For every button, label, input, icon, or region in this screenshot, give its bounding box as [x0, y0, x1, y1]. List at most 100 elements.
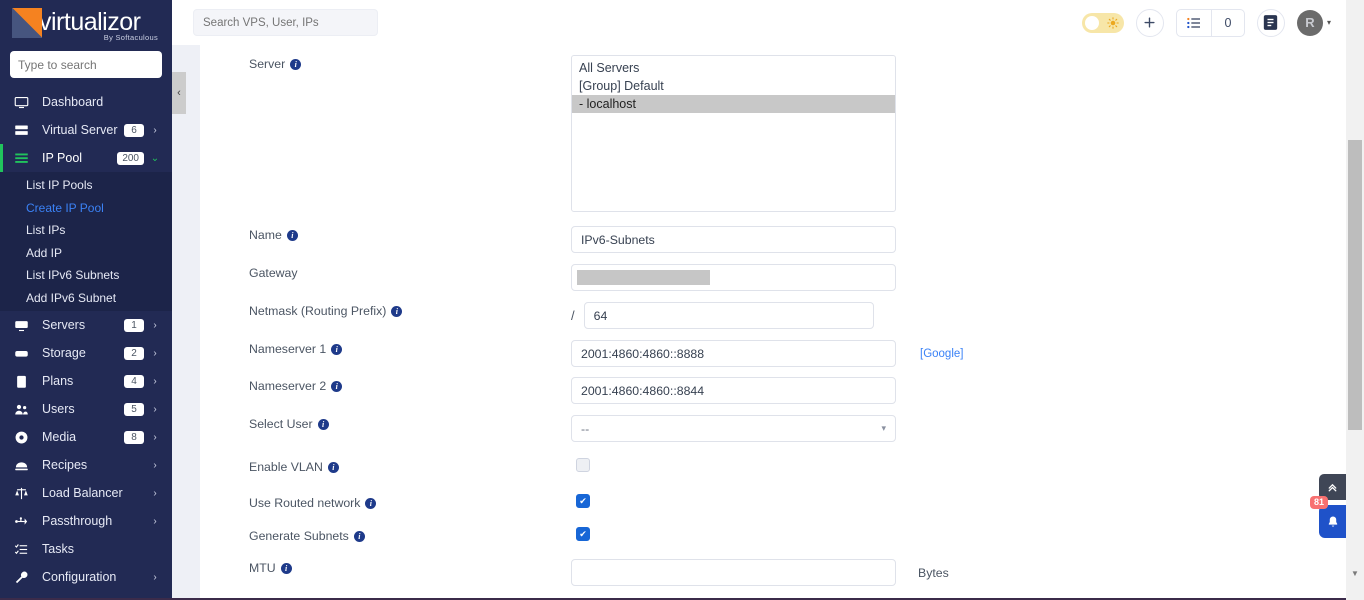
- add-button[interactable]: [1135, 8, 1164, 37]
- info-icon[interactable]: i: [280, 562, 292, 574]
- sidebar-item-label: Load Balancer: [42, 486, 123, 500]
- server-option[interactable]: - localhost: [572, 95, 895, 113]
- info-icon[interactable]: i: [317, 418, 329, 430]
- nameserver1-label-group: Nameserver 1 i: [249, 340, 571, 356]
- virtualizor-logo-icon: [12, 7, 42, 38]
- mtu-input[interactable]: [571, 559, 896, 586]
- info-icon[interactable]: i: [391, 305, 403, 317]
- chevron-right-icon: ›: [153, 375, 157, 387]
- sun-icon: [1107, 16, 1119, 29]
- nameserver2-label: Nameserver 2: [249, 379, 327, 393]
- sidebar-subitem-add-ip[interactable]: Add IP: [0, 242, 172, 265]
- select-user-label-group: Select User i: [249, 415, 571, 431]
- sidebar-item-tasks[interactable]: Tasks: [0, 535, 172, 563]
- ip-pool-icon: [14, 151, 36, 166]
- sidebar-subitem-list-ip-pools[interactable]: List IP Pools: [0, 174, 172, 197]
- mtu-field: Bytes: [571, 559, 1346, 586]
- brand-logo[interactable]: virtualizor By Softaculous: [0, 0, 172, 45]
- server-option[interactable]: All Servers: [572, 59, 895, 77]
- sidebar-item-label: Servers: [42, 318, 86, 332]
- server-listbox[interactable]: All Servers[Group] Default - localhost: [571, 55, 896, 212]
- task-list-button[interactable]: [1177, 10, 1211, 36]
- sidebar-item-virtual-server[interactable]: Virtual Server 6 ›: [0, 116, 172, 144]
- nameserver1-field: [Google]: [571, 340, 1346, 367]
- sidebar-item-dashboard[interactable]: Dashboard: [0, 88, 172, 116]
- chevron-right-icon: ›: [153, 487, 157, 499]
- sidebar-item-configuration[interactable]: Configuration ›: [0, 563, 172, 591]
- select-user-dropdown[interactable]: -- ▾: [571, 415, 896, 442]
- sidebar-item-plans[interactable]: Plans 4 ›: [0, 367, 172, 395]
- enable-vlan-checkbox[interactable]: [576, 458, 590, 472]
- scrollbar-down-arrow[interactable]: ▼: [1346, 564, 1364, 582]
- sidebar-search[interactable]: [10, 51, 172, 78]
- name-input[interactable]: [571, 226, 896, 253]
- row-enable-vlan: Enable VLAN i: [200, 442, 1346, 477]
- gateway-field: [571, 264, 1346, 291]
- server-option[interactable]: [Group] Default: [572, 77, 895, 95]
- use-routed-checkbox[interactable]: [576, 494, 590, 508]
- chevron-right-icon: ›: [153, 319, 157, 331]
- sidebar-collapse-handle[interactable]: ‹: [172, 72, 186, 114]
- page-scrollbar[interactable]: ▼: [1346, 0, 1364, 600]
- info-icon[interactable]: i: [327, 461, 339, 473]
- page-scrollbar-thumb[interactable]: [1348, 140, 1362, 430]
- netmask-input[interactable]: [583, 302, 874, 329]
- chevron-right-icon: ›: [153, 571, 157, 583]
- sidebar-item-label: Media: [42, 430, 77, 444]
- google-dns-link[interactable]: [Google]: [920, 348, 963, 360]
- info-icon[interactable]: i: [290, 58, 302, 70]
- sidebar-submenu-ip-pool: List IP Pools Create IP Pool List IPs Add I…: [0, 172, 172, 311]
- row-netmask: Netmask (Routing Prefix) i /: [200, 291, 1346, 329]
- generate-subnets-field: [571, 527, 1346, 541]
- sidebar-item-label: Storage: [42, 346, 86, 360]
- generate-subnets-checkbox[interactable]: [576, 527, 590, 541]
- brand-name: virtualizor: [39, 8, 141, 36]
- generate-subnets-label: Generate Subnets: [249, 529, 349, 543]
- servers-icon: [14, 318, 36, 333]
- sidebar-item-load-balancer[interactable]: Load Balancer ›: [0, 479, 172, 507]
- sidebar-subitem-list-ips[interactable]: List IPs: [0, 219, 172, 242]
- nameserver1-input[interactable]: [571, 340, 896, 367]
- info-icon[interactable]: i: [353, 530, 365, 542]
- task-counter-group: 0: [1175, 8, 1245, 37]
- netmask-label: Netmask (Routing Prefix): [249, 304, 387, 318]
- use-routed-label: Use Routed network: [249, 496, 361, 510]
- user-menu[interactable]: R ▾: [1296, 9, 1331, 36]
- notification-button[interactable]: 81: [1310, 496, 1346, 538]
- netmask-label-group: Netmask (Routing Prefix) i: [249, 302, 571, 318]
- sidebar-subitem-create-ip-pool[interactable]: Create IP Pool: [0, 197, 172, 220]
- row-server: Server i All Servers[Group] Default - lo…: [200, 45, 1346, 213]
- nameserver2-field: [571, 377, 1346, 404]
- global-search[interactable]: [193, 9, 378, 36]
- use-routed-label-group: Use Routed network i: [249, 494, 571, 510]
- global-search-input[interactable]: [203, 16, 368, 29]
- sidebar-item-users[interactable]: Users 5 ›: [0, 395, 172, 423]
- sidebar-search-input[interactable]: [18, 57, 172, 72]
- chevron-right-icon: ›: [153, 347, 157, 359]
- info-icon[interactable]: i: [286, 229, 298, 241]
- usb-icon: [14, 514, 36, 529]
- docs-button[interactable]: [1256, 8, 1285, 37]
- sidebar-item-badge: 4: [124, 374, 144, 388]
- sidebar-item-recipes[interactable]: Recipes ›: [0, 451, 172, 479]
- sidebar-item-label: Users: [42, 402, 75, 416]
- nameserver2-input[interactable]: [571, 377, 896, 404]
- sidebar-item-passthrough[interactable]: Passthrough ›: [0, 507, 172, 535]
- sidebar-subitem-list-ipv6-subnets[interactable]: List IPv6 Subnets: [0, 264, 172, 287]
- sidebar-item-ip-pool[interactable]: IP Pool 200 ⌄: [0, 144, 172, 172]
- theme-toggle[interactable]: [1081, 12, 1124, 33]
- sidebar-subitem-add-ipv6-subnet[interactable]: Add IPv6 Subnet: [0, 287, 172, 310]
- name-label-group: Name i: [249, 226, 571, 242]
- enable-vlan-label-group: Enable VLAN i: [249, 458, 571, 474]
- info-icon[interactable]: i: [331, 343, 343, 355]
- sidebar-item-storage[interactable]: Storage 2 ›: [0, 339, 172, 367]
- name-field: [571, 226, 1346, 253]
- sidebar-item-servers[interactable]: Servers 1 ›: [0, 311, 172, 339]
- select-user-label: Select User: [249, 417, 313, 431]
- info-icon[interactable]: i: [331, 380, 343, 392]
- sidebar-item-media[interactable]: Media 8 ›: [0, 423, 172, 451]
- clipboard-icon: [14, 374, 36, 389]
- task-count-segment[interactable]: 0: [1210, 9, 1244, 36]
- info-icon[interactable]: i: [365, 497, 377, 509]
- sidebar-item-badge: 5: [124, 402, 144, 416]
